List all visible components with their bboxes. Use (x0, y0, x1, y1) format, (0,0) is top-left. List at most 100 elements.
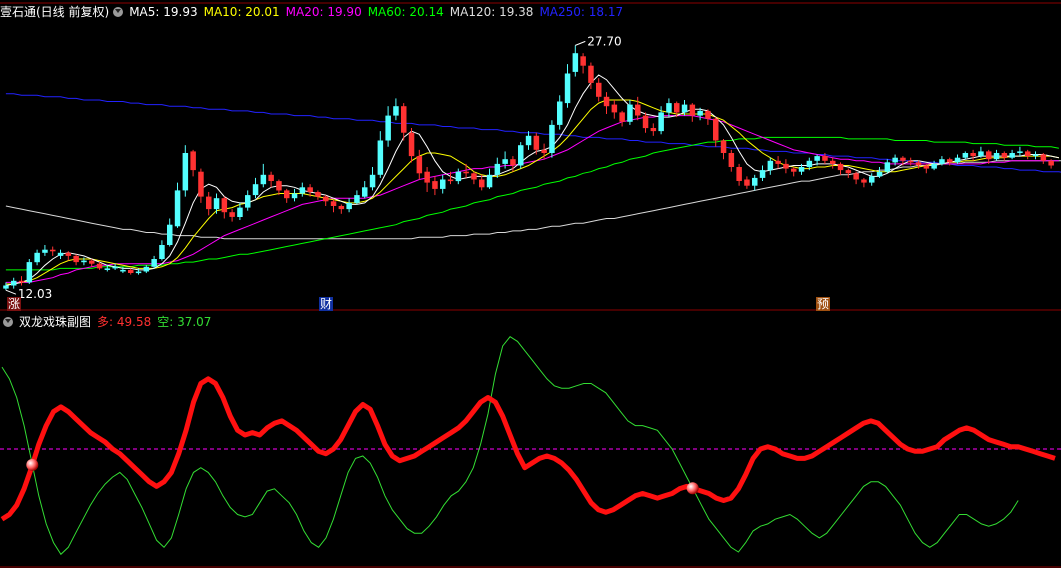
candle-body (1032, 154, 1039, 157)
candle-body (206, 196, 212, 210)
candle-body (159, 245, 165, 259)
candle-body (455, 171, 462, 182)
candle-body (369, 174, 376, 188)
candle-body (104, 268, 111, 270)
candle-body (978, 151, 984, 157)
candle-body (986, 151, 992, 160)
candle-body (518, 145, 524, 166)
kong-line (1, 336, 1019, 556)
candle-body (73, 255, 79, 263)
candle-body (42, 249, 48, 253)
candle-body (525, 135, 532, 146)
candle-body (128, 269, 134, 273)
candle-body (853, 173, 859, 180)
candle-body (479, 179, 485, 188)
candle-body (837, 163, 844, 171)
candle-body (307, 187, 313, 192)
candle-body (923, 165, 930, 169)
stock-chart[interactable]: 27.70 12.03 (0, 0, 1061, 568)
candle-body (237, 207, 243, 217)
candle-body (806, 160, 813, 167)
candle-body (674, 103, 680, 113)
candle-body (603, 96, 610, 107)
candle-body (564, 73, 571, 104)
candle-body (143, 266, 150, 272)
candle-body (752, 177, 758, 186)
candle-body (65, 252, 72, 256)
candle-body (939, 159, 945, 164)
candle-body (252, 184, 259, 196)
candle-body (533, 135, 540, 150)
candle-body (845, 170, 852, 174)
candle-body (557, 101, 563, 125)
candle-body (1040, 154, 1047, 161)
candle-body (884, 162, 891, 172)
candle-body (120, 269, 126, 272)
candle-body (642, 115, 649, 129)
low-price-label: 12.03 (18, 287, 52, 301)
candle-body (658, 112, 664, 132)
candle-body (291, 193, 298, 199)
candle-body (681, 104, 688, 113)
candle-body (908, 160, 914, 163)
candle-body (440, 179, 446, 189)
candle-body (510, 159, 516, 166)
ma-line-ma120 (5, 160, 1061, 240)
sub-chart (0, 336, 1061, 556)
candle-body (213, 198, 220, 210)
candle-body (861, 179, 867, 183)
candle-body (229, 212, 235, 217)
candle-body (81, 260, 87, 263)
candle-body (541, 149, 547, 153)
candle-body (26, 262, 33, 283)
candle-body (627, 104, 633, 122)
candle-body (284, 190, 290, 199)
candle-body (167, 224, 173, 245)
candle-body (463, 171, 469, 174)
candle-body (494, 163, 501, 175)
candle-body (362, 187, 368, 197)
candle-body (486, 174, 493, 188)
candle-body (697, 110, 703, 116)
candle-body (713, 118, 719, 141)
candle-body (89, 260, 95, 264)
candle-body (3, 285, 9, 289)
candle-body (245, 195, 251, 208)
candle-body (447, 179, 454, 182)
candle-body (970, 153, 976, 157)
candle-body (1009, 153, 1015, 158)
candle-body (385, 115, 391, 141)
event-marker-cai[interactable]: 财 (319, 297, 334, 311)
candle-body (744, 179, 750, 186)
candle-body (377, 140, 384, 175)
candle-body (931, 163, 937, 169)
candle-body (1001, 153, 1008, 158)
candle-body (198, 171, 204, 197)
candle-body (346, 202, 352, 210)
candle-body (151, 259, 157, 267)
candle-body (57, 252, 64, 256)
high-price-label: 27.70 (587, 34, 621, 48)
candle-body (596, 82, 602, 97)
event-marker-zhang[interactable]: 涨 (7, 297, 22, 311)
candle-body (876, 171, 883, 177)
candle-body (416, 156, 423, 174)
candle-body (260, 174, 267, 185)
candle-body (767, 160, 774, 171)
candle-body (798, 167, 805, 172)
event-marker-yu[interactable]: 预 (816, 297, 831, 311)
candle-body (705, 110, 711, 119)
candle-body (720, 140, 727, 153)
candle-body (759, 170, 766, 178)
candle-body (401, 106, 407, 133)
candle-body (34, 252, 40, 263)
candle-body (962, 153, 969, 158)
candle-body (338, 206, 345, 210)
cross-pearl-icon (26, 458, 39, 471)
candle-body (11, 280, 17, 286)
high-pointer (575, 40, 586, 46)
cross-pearl-icon (686, 482, 699, 495)
candle-body (190, 151, 196, 171)
candle-body (393, 106, 399, 116)
candle-body (822, 156, 828, 161)
